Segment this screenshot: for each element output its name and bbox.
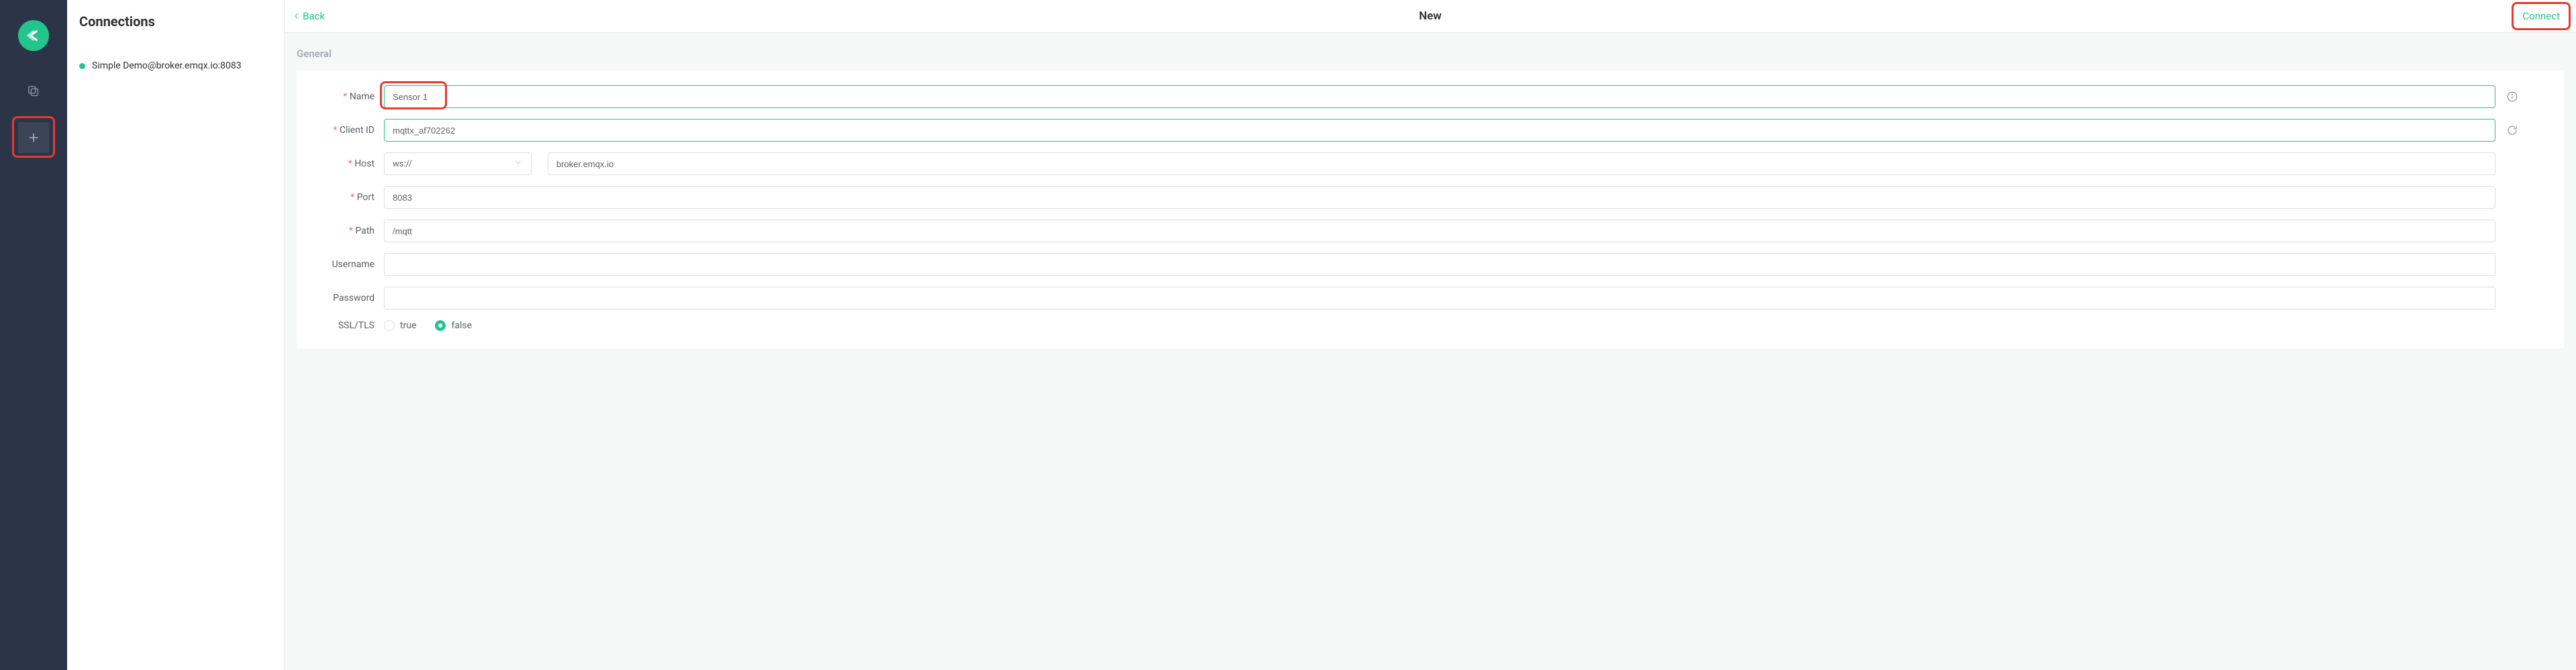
host-scheme-select[interactable]: ws:// bbox=[384, 152, 532, 175]
radio-checked-icon bbox=[435, 320, 446, 331]
copy-icon[interactable] bbox=[21, 79, 46, 103]
connection-label: Simple Demo@broker.emqx.io:8083 bbox=[92, 60, 242, 71]
topbar: Back New Connect bbox=[285, 0, 2576, 33]
connection-item[interactable]: Simple Demo@broker.emqx.io:8083 bbox=[79, 56, 272, 75]
ssl-true-label: true bbox=[400, 320, 416, 331]
section-title-general: General bbox=[285, 33, 2576, 70]
label-password: Password bbox=[317, 293, 384, 303]
label-path: Path bbox=[317, 226, 384, 236]
logo-icon bbox=[25, 27, 42, 44]
path-input[interactable] bbox=[384, 220, 2495, 242]
info-icon[interactable] bbox=[2501, 91, 2524, 103]
port-input[interactable] bbox=[384, 186, 2495, 209]
refresh-clientid-button[interactable] bbox=[2501, 124, 2524, 136]
back-label: Back bbox=[303, 10, 325, 22]
plus-icon bbox=[26, 130, 41, 145]
chevron-down-icon bbox=[513, 158, 523, 170]
form-scroll: General Name Client ID Hos bbox=[285, 33, 2576, 670]
general-card: Name Client ID Host bbox=[297, 70, 2564, 348]
name-input[interactable] bbox=[384, 85, 2495, 108]
page-title: New bbox=[1419, 9, 1442, 23]
app-logo bbox=[18, 20, 49, 51]
nav-rail bbox=[0, 0, 67, 670]
ssl-false-label: false bbox=[451, 320, 472, 331]
host-scheme-value: ws:// bbox=[393, 159, 412, 169]
connections-panel: Connections Simple Demo@broker.emqx.io:8… bbox=[67, 0, 285, 670]
username-input[interactable] bbox=[384, 253, 2495, 276]
status-dot-online bbox=[79, 63, 85, 69]
label-host: Host bbox=[317, 158, 384, 169]
back-button[interactable]: Back bbox=[293, 10, 325, 22]
clientid-input[interactable] bbox=[384, 119, 2495, 142]
radio-unchecked-icon bbox=[384, 320, 395, 331]
main-area: Back New Connect General Name Client ID bbox=[285, 0, 2576, 670]
chevron-left-icon bbox=[293, 12, 301, 20]
label-port: Port bbox=[317, 192, 384, 203]
new-connection-button[interactable] bbox=[18, 122, 49, 153]
ssl-false-radio[interactable]: false bbox=[435, 320, 472, 331]
host-input[interactable] bbox=[548, 152, 2495, 175]
label-clientid: Client ID bbox=[317, 125, 384, 136]
connect-button[interactable]: Connect bbox=[2517, 7, 2565, 25]
password-input[interactable] bbox=[384, 287, 2495, 309]
refresh-icon bbox=[2506, 124, 2518, 136]
label-username: Username bbox=[317, 259, 384, 270]
ssl-true-radio[interactable]: true bbox=[384, 320, 416, 331]
label-ssl: SSL/TLS bbox=[317, 320, 384, 331]
connections-title: Connections bbox=[79, 13, 272, 30]
label-name: Name bbox=[317, 91, 384, 102]
